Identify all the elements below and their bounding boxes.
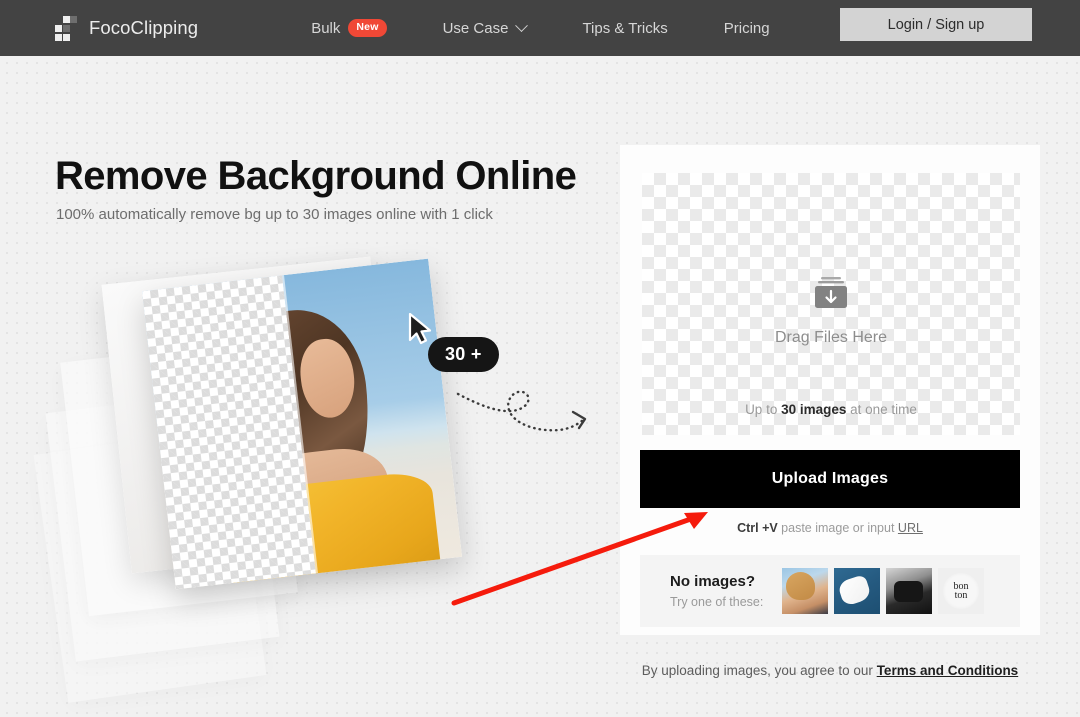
url-link[interactable]: URL bbox=[898, 521, 923, 535]
dotted-curved-arrow-icon bbox=[456, 390, 587, 432]
mouse-pointer-icon bbox=[408, 313, 432, 345]
sample-images-section: No images? Try one of these: bon ton bbox=[640, 555, 1020, 627]
upload-panel: Drag Files Here Up to 30 images at one t… bbox=[620, 145, 1040, 635]
limit-suffix: at one time bbox=[846, 402, 917, 417]
pixel-blocks-logo-icon bbox=[55, 15, 77, 41]
nav-item-tips-tricks[interactable]: Tips & Tricks bbox=[554, 0, 695, 56]
limit-prefix: Up to bbox=[745, 402, 782, 417]
paste-hint-text: paste image or input bbox=[777, 521, 898, 535]
hero-artwork bbox=[33, 250, 620, 703]
top-navbar: FocoClipping Bulk New Use Case Tips & Tr… bbox=[0, 0, 1080, 56]
terms-prefix: By uploading images, you agree to our bbox=[641, 663, 877, 678]
black-camera-thumbnail[interactable] bbox=[886, 568, 932, 614]
samples-subtitle: Try one of these: bbox=[670, 595, 764, 609]
paste-hint: Ctrl +V paste image or input URL bbox=[620, 521, 1040, 535]
new-badge: New bbox=[348, 19, 387, 37]
nav-label-pricing: Pricing bbox=[723, 19, 770, 37]
dropzone-limit-text: Up to 30 images at one time bbox=[642, 402, 1020, 417]
woman-with-sunglasses-thumbnail[interactable] bbox=[782, 568, 828, 614]
nav-item-use-case[interactable]: Use Case bbox=[415, 0, 555, 56]
samples-text: No images? Try one of these: bbox=[670, 573, 782, 609]
image-count-badge: 30 + bbox=[428, 337, 499, 372]
upload-images-button[interactable]: Upload Images bbox=[640, 450, 1020, 508]
tray-download-icon bbox=[815, 277, 847, 308]
nav-label-bulk: Bulk bbox=[311, 19, 341, 37]
primary-nav: Bulk New Use Case Tips & Tricks Pricing bbox=[283, 0, 797, 56]
brand-name: FocoClipping bbox=[89, 17, 199, 38]
page-subtitle: 100% automatically remove bg up to 30 im… bbox=[56, 206, 493, 223]
paste-shortcut: Ctrl +V bbox=[737, 521, 778, 535]
terms-notice: By uploading images, you agree to our Te… bbox=[620, 663, 1040, 678]
nav-item-bulk[interactable]: Bulk New bbox=[283, 0, 414, 56]
brand-logo[interactable]: FocoClipping bbox=[55, 15, 199, 41]
before-after-photo bbox=[141, 258, 463, 590]
nav-label-tips-tricks: Tips & Tricks bbox=[582, 19, 668, 37]
nav-item-pricing[interactable]: Pricing bbox=[696, 0, 798, 56]
samples-title: No images? bbox=[670, 573, 756, 590]
sample-thumbnails: bon ton bbox=[782, 568, 984, 614]
dropzone-center: Drag Files Here bbox=[642, 275, 1020, 347]
bon-ton-logo-thumbnail[interactable]: bon ton bbox=[938, 568, 984, 614]
limit-strong: 30 images bbox=[781, 402, 847, 417]
white-sneakers-thumbnail[interactable] bbox=[834, 568, 880, 614]
page-title: Remove Background Online bbox=[55, 154, 577, 198]
dropzone-label: Drag Files Here bbox=[774, 329, 888, 346]
chevron-down-icon bbox=[515, 18, 529, 32]
login-signup-button[interactable]: Login / Sign up bbox=[840, 8, 1032, 41]
terms-and-conditions-link[interactable]: Terms and Conditions bbox=[877, 663, 1019, 678]
file-dropzone[interactable]: Drag Files Here Up to 30 images at one t… bbox=[642, 173, 1020, 435]
nav-label-use-case: Use Case bbox=[442, 19, 509, 37]
bon-ton-line2: ton bbox=[954, 590, 968, 601]
